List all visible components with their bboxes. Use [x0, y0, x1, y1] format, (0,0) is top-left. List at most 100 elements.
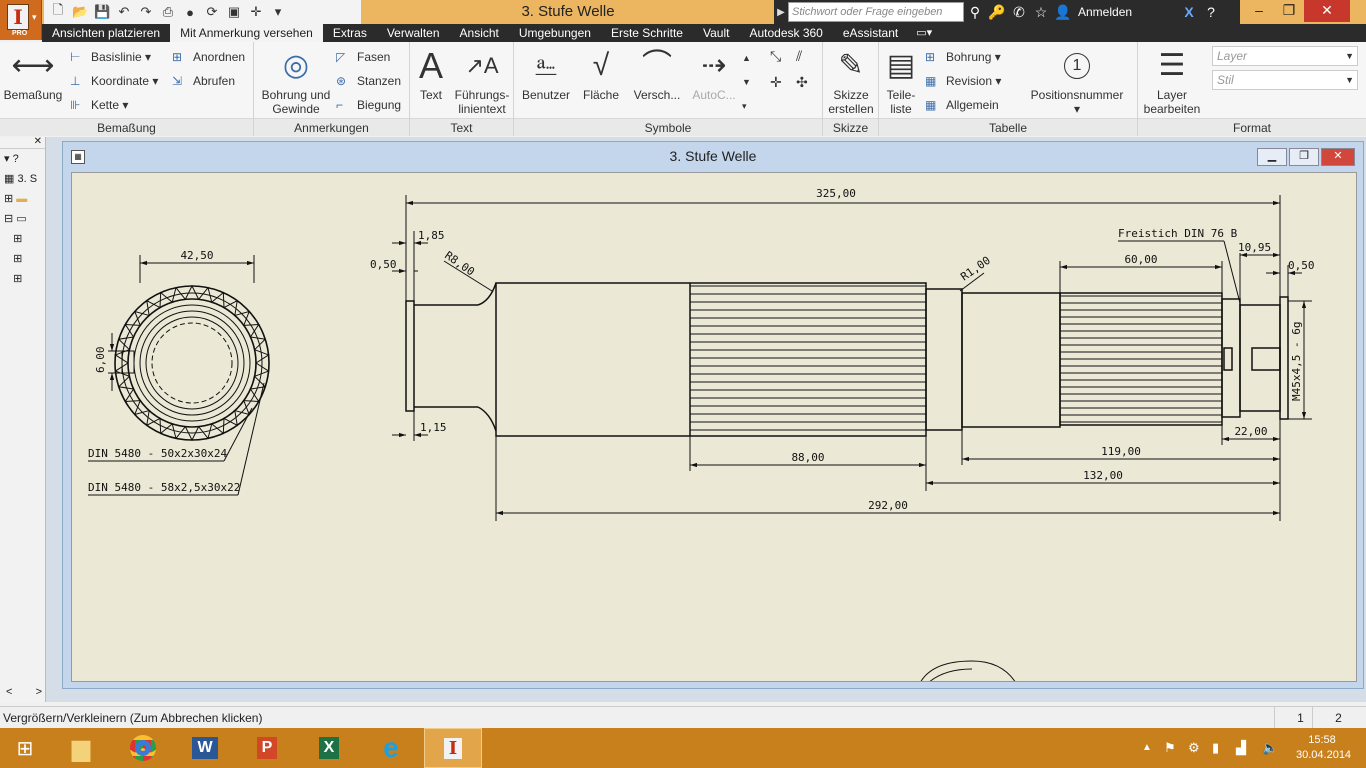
browser-child-3[interactable]: ⊞	[0, 269, 45, 289]
start-button[interactable]: ⊞	[0, 728, 50, 768]
text-button[interactable]: A Text	[414, 46, 448, 103]
fuehrungslinientext-button[interactable]: ↗A Führungs- linientext	[450, 46, 514, 116]
skizze-erstellen-button[interactable]: ✎ Skizze erstellen	[825, 46, 877, 116]
tray-expand-icon[interactable]: ▲	[1142, 728, 1152, 768]
search-input[interactable]: Stichwort oder Frage eingeben	[788, 2, 964, 22]
customize-qat-icon[interactable]: ▾	[270, 4, 286, 20]
save-icon[interactable]: 💾	[94, 4, 110, 20]
tab-1[interactable]: Mit Anmerkung versehen	[170, 24, 323, 42]
doc-maximize-button[interactable]: ❐	[1289, 148, 1319, 166]
exchange-icon[interactable]: X	[1178, 4, 1200, 20]
bohrung-gewinde-button[interactable]: ◎ Bohrung und Gewinde	[256, 46, 336, 116]
taskbar-excel[interactable]: X	[300, 728, 358, 768]
benutzer-button[interactable]: ⎁ Benutzer	[518, 46, 574, 102]
tab-8[interactable]: Autodesk 360	[739, 24, 832, 42]
taskbar-chrome[interactable]	[114, 728, 172, 768]
stil-combo[interactable]: Stil ▼	[1212, 70, 1358, 90]
signin-button[interactable]: Anmelden	[1078, 5, 1178, 19]
bohrung-label: Bohrung	[946, 50, 992, 64]
tab-3[interactable]: Verwalten	[377, 24, 450, 42]
browser-close-icon[interactable]: ✕	[0, 137, 45, 149]
select-icon[interactable]: ▣	[226, 4, 242, 20]
taskbar-powerpoint[interactable]: P	[238, 728, 296, 768]
tab-5[interactable]: Umgebungen	[509, 24, 601, 42]
teileliste-button[interactable]: ▤ Teile- liste	[881, 46, 921, 116]
layer-combo[interactable]: Layer ▼	[1212, 46, 1358, 66]
tab-9[interactable]: eAssistant	[833, 24, 908, 42]
stanzen-button[interactable]: ⊛ Stanzen	[336, 71, 401, 91]
browser-root-item[interactable]: ▦ 3. S	[0, 169, 45, 189]
centerline-icon[interactable]: ⫽	[796, 46, 802, 66]
flag-icon[interactable]: ⚑	[1164, 728, 1176, 768]
browser-sheet-item[interactable]: ⊟ ▭	[0, 209, 45, 229]
drawing-sheet[interactable]: 325,00 1,85 0,50 R8,00 1,15 88,00 292,00…	[71, 172, 1357, 682]
taskbar-explorer[interactable]: ▆	[52, 728, 110, 768]
fasen-button[interactable]: ◸ Fasen	[336, 47, 390, 67]
basislinie-button[interactable]: ⊢ Basislinie ▾	[70, 47, 151, 67]
clock[interactable]: 15:58 30.04.2014	[1296, 733, 1351, 763]
shaft-side-view	[114, 284, 270, 442]
abrufen-button[interactable]: ⇲ Abrufen	[172, 71, 235, 91]
doc-minimize-button[interactable]: ▁	[1257, 148, 1287, 166]
application-menu-button[interactable]: I PRO ▾	[0, 0, 42, 40]
undo-icon[interactable]: ↶	[116, 4, 132, 20]
bemassung-button[interactable]: ⟷ Bemaßung	[2, 46, 64, 102]
volume-icon[interactable]: 🔈	[1262, 728, 1278, 768]
positionsnummer-button[interactable]: 1 Positionsnummer ▾	[1029, 46, 1125, 116]
communication-icon[interactable]: ✆	[1008, 4, 1030, 21]
tab-overflow-icon[interactable]: ▭▾	[908, 24, 940, 42]
flaeche-button[interactable]: √ Fläche	[576, 46, 626, 102]
allgemein-tabelle-button[interactable]: ▦ Allgemein	[925, 95, 999, 115]
biegung-button[interactable]: ⌐ Biegung	[336, 95, 401, 115]
battery-icon[interactable]: ▮	[1212, 728, 1219, 768]
tab-7[interactable]: Vault	[693, 24, 739, 42]
verschweissung-button[interactable]: ⌒ Versch...	[630, 46, 684, 102]
tab-4[interactable]: Ansicht	[450, 24, 509, 42]
maximize-button[interactable]: ❐	[1274, 0, 1304, 22]
revisionstabelle-button[interactable]: ▦ Revision ▾	[925, 71, 1001, 91]
browser-child-2[interactable]: ⊞	[0, 249, 45, 269]
binoculars-icon[interactable]: ⚲	[964, 4, 986, 21]
taskbar-ie[interactable]: e	[362, 728, 420, 768]
tab-2[interactable]: Extras	[323, 24, 377, 42]
redo-icon[interactable]: ↷	[138, 4, 154, 20]
taskbar-inventor[interactable]: I	[424, 728, 482, 768]
open-icon[interactable]: 📂	[72, 4, 88, 20]
freistich-note: Freistich DIN 76 B	[1118, 227, 1238, 240]
browser-scrollbar[interactable]: < >	[6, 686, 42, 698]
centerpoint-icon[interactable]: ✛	[770, 72, 782, 92]
gallery-up-icon[interactable]: ▲	[742, 48, 751, 68]
browser-child-1[interactable]: ⊞	[0, 229, 45, 249]
filter-icon[interactable]: ▾	[4, 153, 10, 165]
color-icon[interactable]: ●	[182, 5, 198, 20]
subscription-icon[interactable]: 🔑	[986, 4, 1008, 21]
bohrungstabelle-button[interactable]: ⊞ Bohrung ▾	[925, 47, 1001, 67]
help-icon[interactable]: ?	[1200, 4, 1222, 20]
browser-resources-item[interactable]: ⊞ ▬	[0, 189, 45, 209]
koordinate-button[interactable]: ⊥ Koordinate ▾	[70, 71, 158, 91]
help-icon[interactable]: ?	[13, 153, 19, 165]
expand-arrow-icon[interactable]: ▶	[774, 7, 788, 18]
minimize-button[interactable]: –	[1244, 0, 1274, 22]
gallery-down-icon[interactable]: ▼	[742, 72, 751, 92]
close-button[interactable]: ✕	[1304, 0, 1350, 22]
measure-icon[interactable]: ✛	[248, 4, 264, 20]
tab-6[interactable]: Erste Schritte	[601, 24, 693, 42]
new-icon[interactable]: 🗋	[50, 1, 66, 23]
kette-button[interactable]: ⊪ Kette ▾	[70, 95, 128, 115]
centermark-icon[interactable]: ⤡	[770, 46, 781, 66]
signal-icon[interactable]: ▟	[1236, 728, 1246, 768]
network-share-icon[interactable]: ⚙	[1188, 728, 1200, 768]
doc-close-button[interactable]: ✕	[1321, 148, 1355, 166]
taskbar-word[interactable]: W	[176, 728, 234, 768]
scroll-left-icon[interactable]: <	[6, 686, 12, 698]
layer-bearbeiten-button[interactable]: ☰ Layer bearbeiten	[1140, 46, 1204, 116]
tab-0[interactable]: Ansichten platzieren	[42, 24, 170, 42]
anordnen-button[interactable]: ⊞ Anordnen	[172, 47, 245, 67]
scroll-right-icon[interactable]: >	[36, 686, 42, 698]
centerpattern-icon[interactable]: ✣	[796, 72, 808, 92]
favorites-icon[interactable]: ☆	[1030, 4, 1052, 21]
print-icon[interactable]: ⎙	[160, 4, 176, 20]
update-icon[interactable]: ⟳	[204, 4, 220, 20]
gallery-expand-icon[interactable]: ▾	[742, 96, 747, 116]
